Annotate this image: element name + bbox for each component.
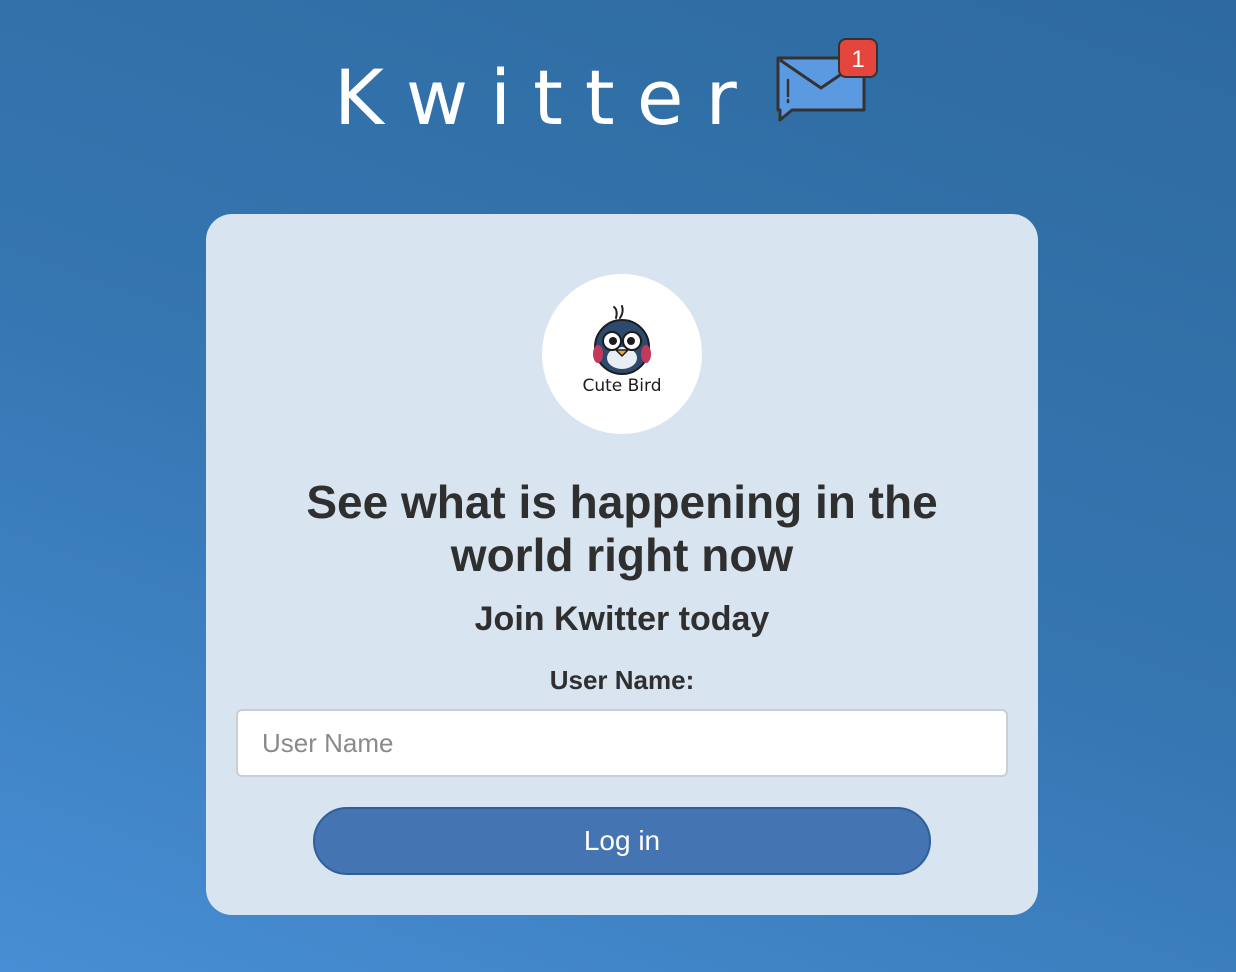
page-subheading: Join Kwitter today — [474, 600, 770, 638]
app-title: Kwitter — [334, 53, 759, 142]
notifications-button[interactable]: 1 — [774, 38, 884, 128]
login-button[interactable]: Log in — [313, 807, 931, 875]
bird-logo-icon — [593, 305, 651, 375]
username-input[interactable] — [236, 709, 1008, 777]
page-headline: See what is happening in the world right… — [306, 476, 938, 581]
brand-header: Kwitter 1 — [0, 0, 1236, 170]
username-label: User Name: — [549, 665, 695, 695]
logo-caption: Cute Bird — [582, 376, 662, 396]
notification-count-badge: 1 — [838, 38, 878, 78]
logo-avatar: Cute Bird — [542, 274, 702, 434]
login-card: Cute Bird See what is happening in the w… — [206, 214, 1038, 915]
